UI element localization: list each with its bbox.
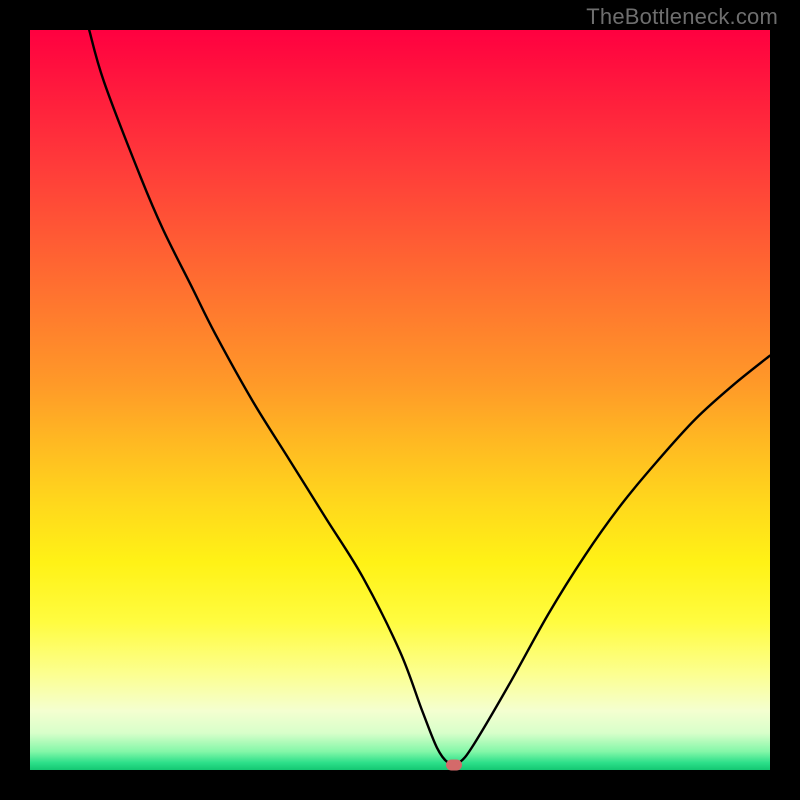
watermark-text: TheBottleneck.com (586, 4, 778, 30)
minimum-marker (446, 759, 462, 770)
chart-frame: TheBottleneck.com (0, 0, 800, 800)
plot-area (30, 30, 770, 770)
bottleneck-curve (30, 30, 770, 770)
